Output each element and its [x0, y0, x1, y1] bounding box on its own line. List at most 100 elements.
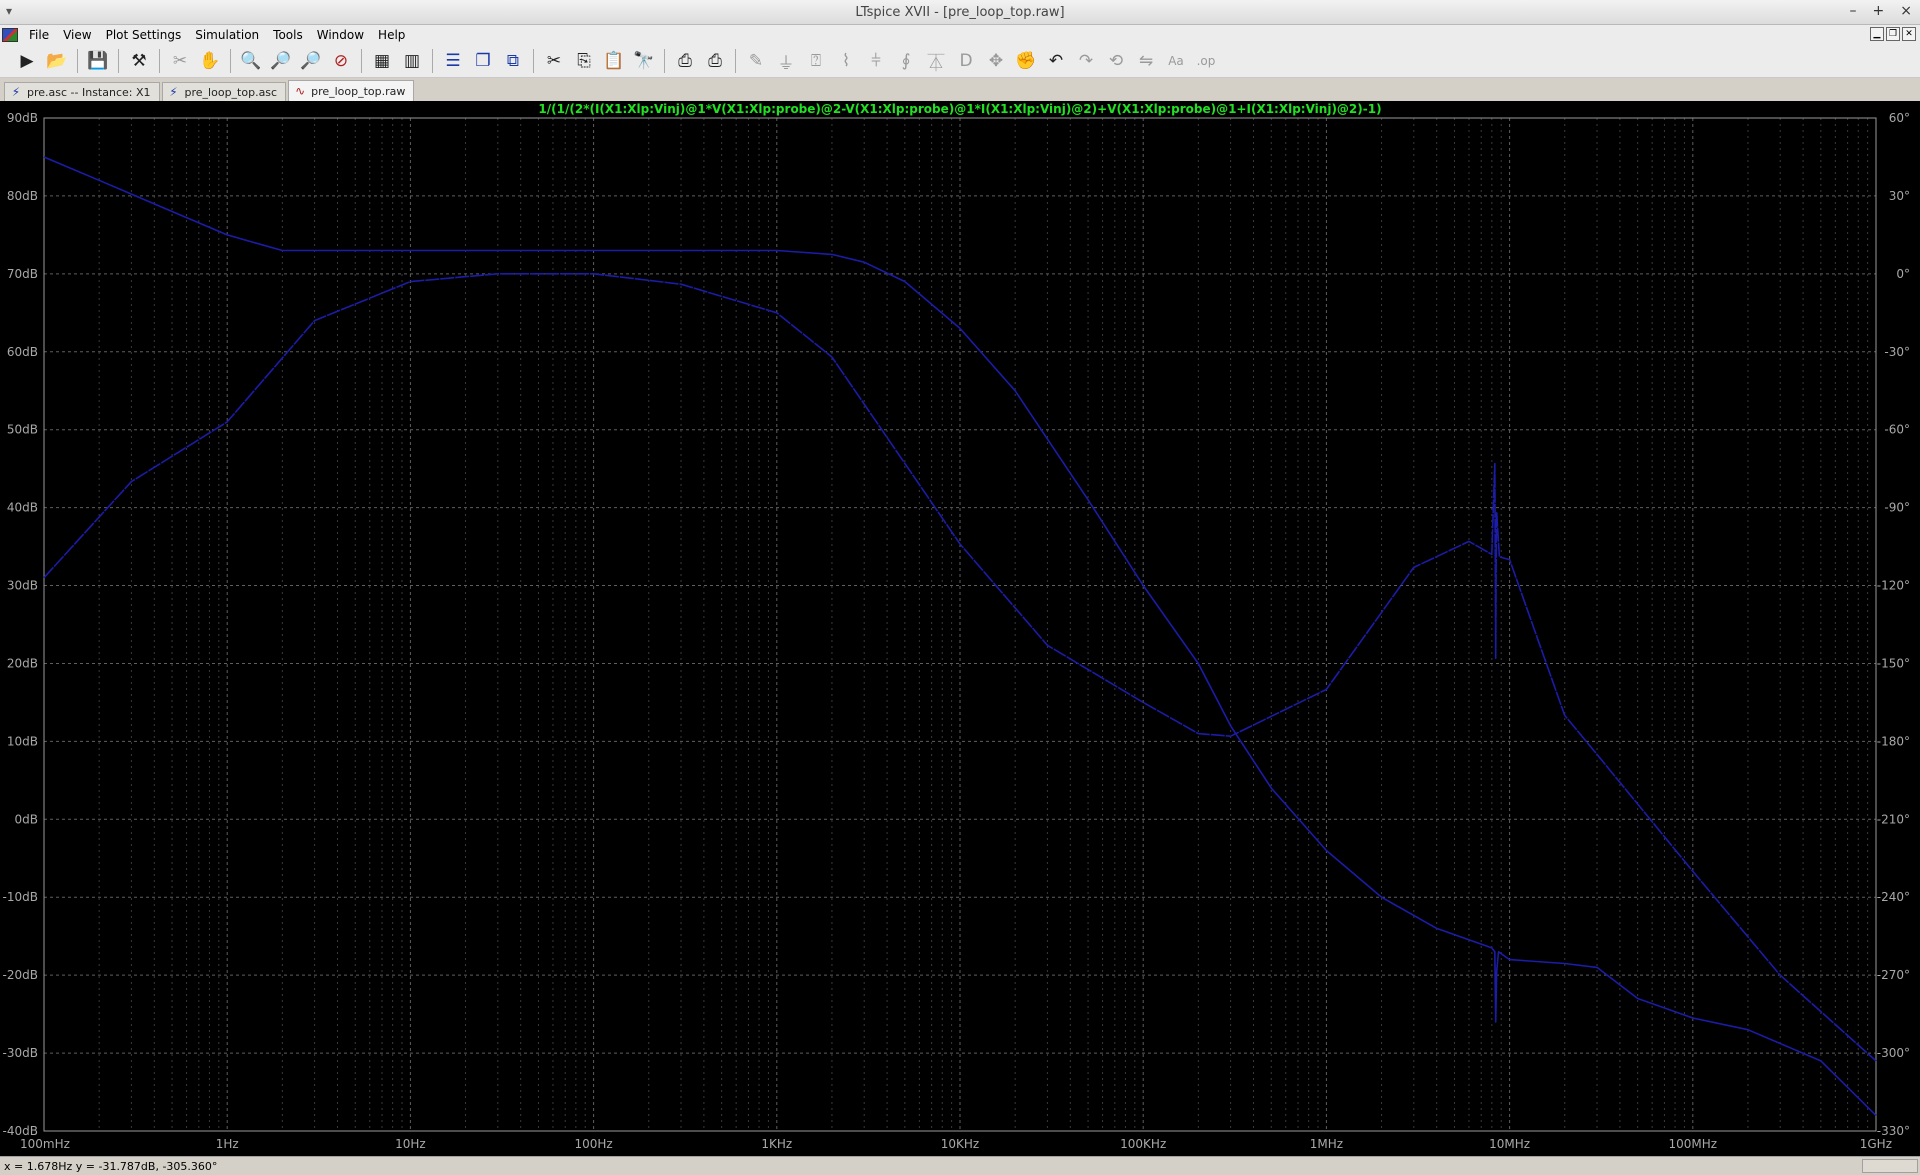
x-tick-label: 10Hz: [395, 1137, 426, 1151]
y-left-tick-label: 70dB: [7, 267, 38, 281]
save-icon[interactable]: 💾: [85, 48, 111, 74]
menu-plot-settings[interactable]: Plot Settings: [99, 28, 189, 42]
find-icon[interactable]: 🔭: [631, 48, 657, 74]
x-tick-label: 100mHz: [20, 1137, 70, 1151]
text-icon[interactable]: Aa: [1163, 48, 1189, 74]
resistor-icon[interactable]: ⌇: [833, 48, 859, 74]
y-left-tick-label: 0dB: [15, 812, 38, 826]
y-left-tick-label: 50dB: [7, 423, 38, 437]
mdi-close-button[interactable]: ✕: [1902, 27, 1916, 41]
toolbar: ▶ 📂 💾 ⚒ ✂ ✋ 🔍 🔎 🔎 ⊘ ▦ ▥ ☰ ❐ ⧉ ✂ ⎘ 📋 🔭 ⎙ ⎙ ✎ ⏚ ⍰ ⌇ ⫩ ∮ ⏄ D ✥ ✊ ↶ ↷ ⟲ ⇋ Aa .op: [0, 45, 1920, 78]
print-icon[interactable]: ⎙: [672, 48, 698, 74]
waveform-plot-pane[interactable]: 90dB 80dB 70dB 60dB 50dB 40dB 30dB 20dB 10dB 0dB -…: [0, 101, 1920, 1156]
y-left-tick-label: 20dB: [7, 656, 38, 670]
label-icon[interactable]: ⍰: [803, 48, 829, 74]
move-icon[interactable]: ✥: [983, 48, 1009, 74]
y-right-tick-label: 60°: [1889, 111, 1910, 125]
mirror-icon[interactable]: ⇋: [1133, 48, 1159, 74]
toolbar-separator: [533, 49, 534, 73]
menu-window[interactable]: Window: [310, 28, 371, 42]
bode-plot[interactable]: 90dB 80dB 70dB 60dB 50dB 40dB 30dB 20dB 10dB 0dB -…: [0, 101, 1920, 1156]
menu-help[interactable]: Help: [371, 28, 412, 42]
maximize-button[interactable]: +: [1873, 3, 1885, 19]
zoom-out-icon[interactable]: 🔎: [268, 48, 294, 74]
undo-icon[interactable]: ↶: [1043, 48, 1069, 74]
y-right-tick-label: -240°: [1877, 890, 1910, 904]
print-setup-icon[interactable]: ⎙: [702, 48, 728, 74]
status-bar: x = 1.678Hz y = -31.787dB, -305.360°: [0, 1156, 1920, 1175]
halt-icon[interactable]: ✂: [167, 48, 193, 74]
tab-pre-loop-top-raw[interactable]: ∿ pre_loop_top.raw: [288, 80, 415, 101]
y-left-tick-label: 40dB: [7, 501, 38, 515]
grid: [43, 117, 1877, 1132]
close-button[interactable]: ×: [1900, 3, 1912, 19]
cut-icon[interactable]: ✂: [541, 48, 567, 74]
tab-label: pre_loop_top.raw: [311, 84, 406, 98]
zoom-fit-icon[interactable]: ⊘: [328, 48, 354, 74]
y-left-tick-label: -10dB: [3, 890, 38, 904]
y-left-tick-label: -40dB: [3, 1124, 38, 1138]
toolbar-separator: [118, 49, 119, 73]
open-icon[interactable]: 📂: [44, 48, 70, 74]
autorange-icon[interactable]: ▦: [369, 48, 395, 74]
mdi-restore-button[interactable]: ❐: [1886, 27, 1900, 41]
toolbar-separator: [361, 49, 362, 73]
title-bar: ▾ LTspice XVII - [pre_loop_top.raw] – + …: [0, 0, 1920, 25]
mdi-minimize-button[interactable]: ▁: [1870, 27, 1884, 41]
control-panel-icon[interactable]: ⚒: [126, 48, 152, 74]
toolbar-separator: [159, 49, 160, 73]
menu-view[interactable]: View: [56, 28, 98, 42]
toolbar-separator: [432, 49, 433, 73]
spice-directive-icon[interactable]: .op: [1193, 48, 1219, 74]
menu-file[interactable]: File: [22, 28, 56, 42]
copy-icon[interactable]: ⎘: [571, 48, 597, 74]
y-right-tick-label: -330°: [1877, 1124, 1910, 1138]
minimize-button[interactable]: –: [1850, 3, 1857, 19]
run-icon[interactable]: ▶: [14, 48, 40, 74]
toolbar-separator: [230, 49, 231, 73]
drag-icon[interactable]: ✊: [1013, 48, 1039, 74]
menu-simulation[interactable]: Simulation: [188, 28, 266, 42]
trace-expression[interactable]: 1/(1/(2*(I(X1:Xlp:Vinj)@1*V(X1:Xlp:probe…: [538, 102, 1381, 116]
inductor-icon[interactable]: ∮: [893, 48, 919, 74]
tile-vertical-icon[interactable]: ⧉: [500, 48, 526, 74]
waveform-icon: ∿: [295, 83, 306, 98]
x-tick-label: 100Hz: [574, 1137, 612, 1151]
redo-icon[interactable]: ↷: [1073, 48, 1099, 74]
tile-horizontal-icon[interactable]: ☰: [440, 48, 466, 74]
component-icon[interactable]: D: [953, 48, 979, 74]
x-tick-label: 10KHz: [941, 1137, 979, 1151]
y-right-tick-label: -120°: [1877, 579, 1910, 593]
y-right-tick-label: -60°: [1884, 423, 1910, 437]
y-right-tick-label: -300°: [1877, 1046, 1910, 1060]
diode-icon[interactable]: ⏄: [923, 48, 949, 74]
menu-bar: File View Plot Settings Simulation Tools…: [0, 25, 1920, 45]
capacitor-icon[interactable]: ⫩: [863, 48, 889, 74]
rotate-icon[interactable]: ⟲: [1103, 48, 1129, 74]
y-left-tick-label: -20dB: [3, 968, 38, 982]
y-left-tick-label: -30dB: [3, 1046, 38, 1060]
axes: 90dB 80dB 70dB 60dB 50dB 40dB 30dB 20dB 10dB 0dB -…: [3, 111, 1910, 1151]
tab-pre-asc-instance-x1[interactable]: ⚡ pre.asc -- Instance: X1: [4, 82, 160, 101]
wire-icon[interactable]: ✎: [743, 48, 769, 74]
zoom-back-icon[interactable]: 🔎: [298, 48, 324, 74]
x-tick-label: 1KHz: [761, 1137, 792, 1151]
zoom-in-icon[interactable]: 🔍: [238, 48, 264, 74]
cascade-icon[interactable]: ❐: [470, 48, 496, 74]
app-icon: [2, 28, 18, 42]
toolbar-separator: [77, 49, 78, 73]
tab-label: pre_loop_top.asc: [184, 85, 278, 99]
plot-settings-icon[interactable]: ▥: [399, 48, 425, 74]
paste-icon[interactable]: 📋: [601, 48, 627, 74]
y-right-tick-label: -180°: [1877, 734, 1910, 748]
toolbar-separator: [735, 49, 736, 73]
size-grip[interactable]: [1862, 1159, 1918, 1173]
pan-icon[interactable]: ✋: [197, 48, 223, 74]
y-right-tick-label: 0°: [1896, 267, 1910, 281]
tab-pre-loop-top-asc[interactable]: ⚡ pre_loop_top.asc: [161, 82, 287, 101]
document-tabs: ⚡ pre.asc -- Instance: X1 ⚡ pre_loop_top.as…: [0, 79, 1920, 101]
y-left-tick-label: 10dB: [7, 734, 38, 748]
ground-icon[interactable]: ⏚: [773, 48, 799, 74]
y-right-tick-label: -90°: [1884, 501, 1910, 515]
menu-tools[interactable]: Tools: [266, 28, 310, 42]
